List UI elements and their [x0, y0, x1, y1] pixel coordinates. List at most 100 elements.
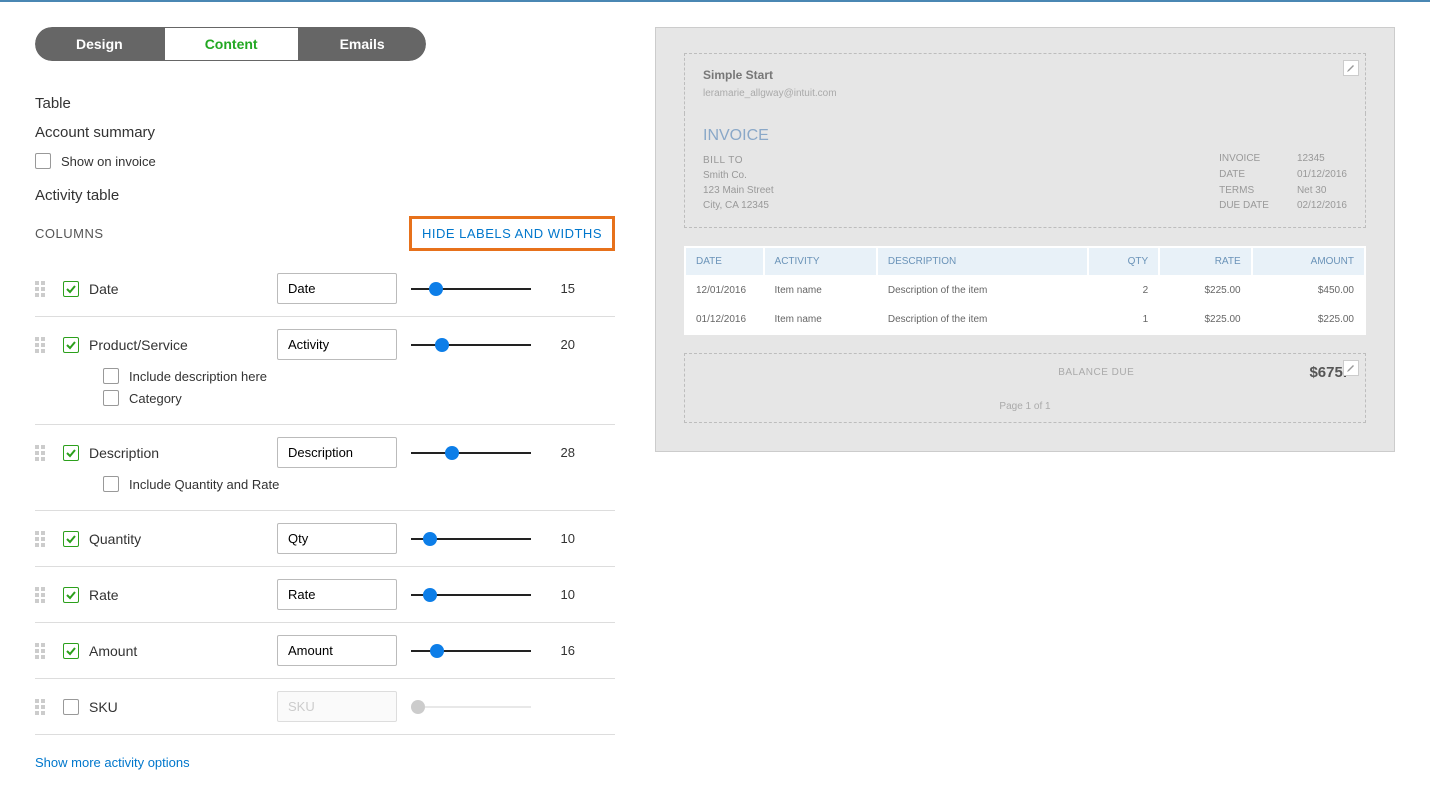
cell-date: 12/01/2016: [686, 277, 763, 304]
cell-amount: $450.00: [1253, 277, 1364, 304]
cell-qty: 2: [1089, 277, 1159, 304]
tab-design[interactable]: Design: [35, 27, 164, 61]
column-width-slider: [411, 697, 531, 717]
checkbox-column[interactable]: [63, 587, 79, 603]
checkbox-column[interactable]: [63, 337, 79, 353]
checkbox-column[interactable]: [63, 281, 79, 297]
column-width-value: 10: [545, 587, 575, 602]
column-name: Quantity: [89, 531, 141, 547]
th-activity: ACTIVITY: [765, 248, 876, 275]
cell-rate: $225.00: [1160, 277, 1250, 304]
preview-billto-addr1: 123 Main Street: [703, 183, 774, 198]
preview-billto-label: BILL TO: [703, 153, 774, 168]
meta-date: 01/12/2016: [1297, 169, 1347, 182]
cell-description: Description of the item: [878, 306, 1087, 333]
column-width-slider[interactable]: [411, 641, 531, 661]
cell-rate: $225.00: [1160, 306, 1250, 333]
pencil-icon[interactable]: [1343, 360, 1359, 376]
section-account-summary: Account summary: [35, 124, 615, 141]
drag-handle-icon[interactable]: [35, 531, 49, 547]
preview-email: leramarie_allgway@intuit.com: [703, 88, 1347, 99]
column-width-value: 20: [545, 337, 575, 352]
column-name: Date: [89, 281, 119, 297]
pencil-icon[interactable]: [1343, 60, 1359, 76]
column-name: SKU: [89, 699, 118, 715]
column-label-input[interactable]: [277, 635, 397, 666]
tab-emails[interactable]: Emails: [299, 27, 426, 61]
cell-amount: $225.00: [1253, 306, 1364, 333]
th-description: DESCRIPTION: [878, 248, 1087, 275]
checkbox-label: Show on invoice: [61, 154, 156, 169]
cell-activity: Item name: [765, 306, 876, 333]
column-width-value: 28: [545, 445, 575, 460]
th-date: DATE: [686, 248, 763, 275]
column-label-input[interactable]: [277, 273, 397, 304]
balance-due-amount: $675.: [1309, 364, 1347, 381]
sub-option-label: Include description here: [129, 369, 267, 384]
page-indicator: Page 1 of 1: [703, 401, 1347, 412]
checkbox-column[interactable]: [63, 699, 79, 715]
table-row: 12/01/2016Item nameDescription of the it…: [686, 277, 1364, 304]
preview-billto-name: Smith Co.: [703, 168, 774, 183]
checkbox-sub-option[interactable]: [103, 476, 119, 492]
invoice-preview: Simple Start leramarie_allgway@intuit.co…: [655, 27, 1395, 452]
checkbox-sub-option[interactable]: [103, 368, 119, 384]
column-label-input[interactable]: [277, 579, 397, 610]
meta-due: 02/12/2016: [1297, 200, 1347, 213]
cell-description: Description of the item: [878, 277, 1087, 304]
meta-terms-label: TERMS: [1219, 185, 1269, 198]
column-name: Product/Service: [89, 337, 188, 353]
cell-activity: Item name: [765, 277, 876, 304]
hide-labels-widths-button[interactable]: HIDE LABELS AND WIDTHS: [409, 216, 615, 251]
tabs: Design Content Emails: [35, 27, 426, 61]
show-more-activity-options-link[interactable]: Show more activity options: [35, 755, 190, 770]
drag-handle-icon[interactable]: [35, 337, 49, 353]
preview-table: DATE ACTIVITY DESCRIPTION QTY RATE AMOUN…: [684, 246, 1366, 335]
th-rate: RATE: [1160, 248, 1250, 275]
column-label-input[interactable]: [277, 523, 397, 554]
column-label-input[interactable]: [277, 437, 397, 468]
drag-handle-icon[interactable]: [35, 445, 49, 461]
drag-handle-icon[interactable]: [35, 281, 49, 297]
column-width-slider[interactable]: [411, 443, 531, 463]
column-width-value: 10: [545, 531, 575, 546]
meta-invoice-no: 12345: [1297, 153, 1347, 166]
sub-option-label: Include Quantity and Rate: [129, 477, 279, 492]
tab-content[interactable]: Content: [164, 27, 299, 61]
drag-handle-icon[interactable]: [35, 587, 49, 603]
th-amount: AMOUNT: [1253, 248, 1364, 275]
meta-date-label: DATE: [1219, 169, 1269, 182]
cell-date: 01/12/2016: [686, 306, 763, 333]
meta-due-label: DUE DATE: [1219, 200, 1269, 213]
columns-heading: COLUMNS: [35, 226, 104, 241]
cell-qty: 1: [1089, 306, 1159, 333]
column-name: Description: [89, 445, 159, 461]
meta-terms: Net 30: [1297, 185, 1347, 198]
column-width-slider[interactable]: [411, 585, 531, 605]
column-width-value: 15: [545, 281, 575, 296]
checkbox-column[interactable]: [63, 445, 79, 461]
preview-company-name: Simple Start: [703, 68, 1347, 82]
column-label-input[interactable]: [277, 329, 397, 360]
section-activity-table: Activity table: [35, 187, 615, 204]
checkbox-column[interactable]: [63, 531, 79, 547]
column-name: Rate: [89, 587, 119, 603]
column-name: Amount: [89, 643, 137, 659]
table-row: 01/12/2016Item nameDescription of the it…: [686, 306, 1364, 333]
drag-handle-icon[interactable]: [35, 699, 49, 715]
column-width-value: 16: [545, 643, 575, 658]
th-qty: QTY: [1089, 248, 1159, 275]
section-table: Table: [35, 95, 615, 112]
checkbox-show-on-invoice[interactable]: [35, 153, 51, 169]
column-width-slider[interactable]: [411, 335, 531, 355]
column-width-slider[interactable]: [411, 529, 531, 549]
column-label-input[interactable]: [277, 691, 397, 722]
balance-due-label: BALANCE DUE: [883, 367, 1309, 378]
sub-option-label: Category: [129, 391, 182, 406]
drag-handle-icon[interactable]: [35, 643, 49, 659]
checkbox-column[interactable]: [63, 643, 79, 659]
meta-invoice-label: INVOICE: [1219, 153, 1269, 166]
preview-billto-addr2: City, CA 12345: [703, 198, 774, 213]
checkbox-sub-option[interactable]: [103, 390, 119, 406]
column-width-slider[interactable]: [411, 279, 531, 299]
